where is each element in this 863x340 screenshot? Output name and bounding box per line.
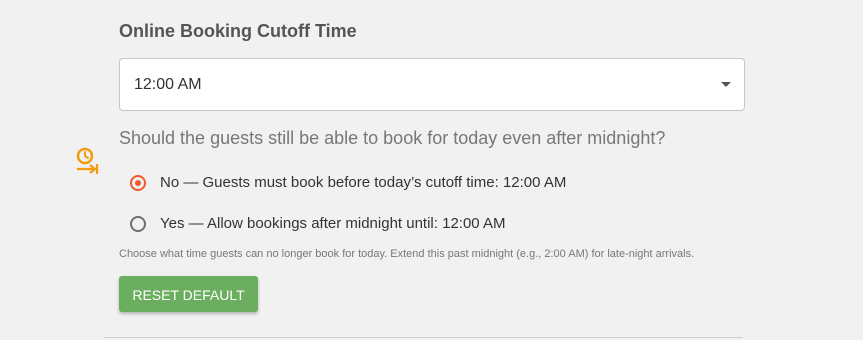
reset-default-button[interactable]: RESET DEFAULT <box>119 276 258 312</box>
cutoff-time-value: 12:00 AM <box>134 76 202 93</box>
after-midnight-question: Should the guests still be able to book … <box>119 128 666 148</box>
radio-option-no[interactable]: No — Guests must book before today’s cut… <box>130 174 566 191</box>
radio-no[interactable] <box>130 174 146 191</box>
clock-arrow-icon <box>76 147 99 174</box>
radio-option-yes[interactable]: Yes — Allow bookings after midnight unti… <box>130 215 505 232</box>
helper-text: Choose what time guests can no longer bo… <box>119 248 695 260</box>
radio-no-label: No — Guests must book before today’s cut… <box>160 174 567 191</box>
radio-yes-label: Yes — Allow bookings after midnight unti… <box>160 215 506 232</box>
cutoff-time-select[interactable]: 12:00 AM <box>119 58 745 111</box>
section-title: Online Booking Cutoff Time <box>119 21 357 41</box>
radio-yes[interactable] <box>130 215 146 232</box>
divider <box>104 337 743 338</box>
dropdown-arrow-icon <box>721 82 731 87</box>
